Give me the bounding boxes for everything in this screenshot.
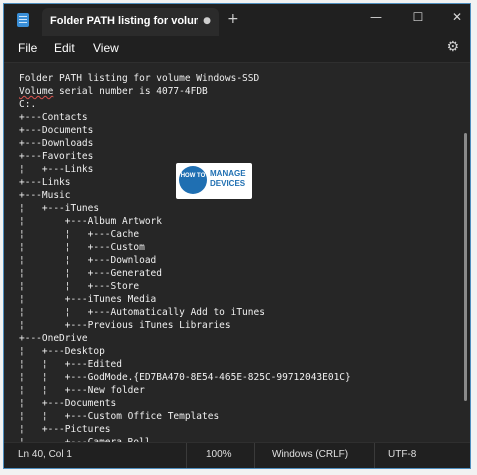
watermark-logo: HOW TO MANAGE DEVICES (176, 163, 252, 199)
status-divider (374, 443, 375, 468)
status-zoom[interactable]: 100% (206, 449, 232, 460)
editor-line: ¦ ¦ +---Custom (19, 242, 145, 253)
editor-line: +---Favorites (19, 151, 94, 162)
status-line-ending: Windows (CRLF) (272, 449, 349, 460)
title-bar: Folder PATH listing for volume W ● + — ☐… (4, 4, 470, 36)
editor-line: ¦ ¦ +---Edited (19, 359, 122, 370)
menu-file[interactable]: File (18, 41, 37, 55)
logo-wordmark: MANAGE DEVICES (210, 169, 250, 189)
editor-line: ¦ +---iTunes Media (19, 294, 157, 305)
editor-line: Volume serial number is 4077-4FDB (19, 86, 208, 97)
settings-gear-icon[interactable]: ⚙ (446, 39, 459, 55)
editor-line: ¦ ¦ +---Automatically Add to iTunes (19, 307, 265, 318)
editor-line: ¦ ¦ +---Custom Office Templates (19, 411, 220, 422)
editor-line: ¦ ¦ +---Download (19, 255, 157, 266)
editor-line: ¦ ¦ +---Generated (19, 268, 162, 279)
status-encoding: UTF-8 (388, 449, 417, 460)
editor-line: +---Downloads (19, 138, 94, 149)
editor-line: C:. (19, 99, 37, 110)
editor-line: Folder PATH listing for volume Windows-S… (19, 73, 260, 84)
editor-line: +---Documents (19, 125, 94, 136)
menu-view[interactable]: View (93, 41, 119, 55)
editor-line: ¦ +---iTunes (19, 203, 100, 214)
tab-close-icon[interactable]: ● (203, 16, 211, 26)
tab-title: Folder PATH listing for volume W (50, 15, 198, 27)
text-editor-area[interactable]: Folder PATH listing for volume Windows-S… (4, 63, 470, 448)
logo-mark: HOW TO (179, 166, 207, 194)
document-tab[interactable]: Folder PATH listing for volume W ● (42, 8, 219, 36)
logo-word-devices: DEVICES (210, 179, 246, 188)
editor-line: ¦ ¦ +---GodMode.{ED7BA470-8E54-465E-825C… (19, 372, 351, 383)
spellcheck-underline: Volume (19, 86, 54, 97)
editor-line: ¦ +---Pictures (19, 424, 111, 435)
vertical-scrollbar[interactable] (464, 133, 467, 401)
editor-line: ¦ +---Documents (19, 398, 117, 409)
status-divider (254, 443, 255, 468)
notepad-window: Folder PATH listing for volume W ● + — ☐… (3, 3, 471, 469)
editor-line: ¦ +---Previous iTunes Libraries (19, 320, 231, 331)
editor-line: ¦ ¦ +---New folder (19, 385, 145, 396)
minimize-icon[interactable]: — (359, 6, 393, 28)
menu-edit[interactable]: Edit (54, 41, 75, 55)
maximize-icon[interactable]: ☐ (401, 6, 435, 28)
editor-line: ¦ ¦ +---Cache (19, 229, 140, 240)
editor-line: ¦ +---Desktop (19, 346, 105, 357)
editor-line: +---OneDrive (19, 333, 88, 344)
status-divider (186, 443, 187, 468)
editor-line: ¦ ¦ +---Store (19, 281, 140, 292)
editor-text[interactable]: Folder PATH listing for volume Windows-S… (19, 72, 351, 449)
new-tab-plus-icon[interactable]: + (227, 11, 239, 27)
menu-bar: File Edit View ⚙ (4, 36, 470, 63)
status-bar: Ln 40, Col 1 100% Windows (CRLF) UTF-8 (4, 442, 470, 468)
editor-line: +---Contacts (19, 112, 88, 123)
status-cursor-position: Ln 40, Col 1 (18, 449, 72, 460)
editor-line: ¦ +---Album Artwork (19, 216, 162, 227)
window-close-icon[interactable]: ✕ (440, 6, 470, 28)
notepad-app-icon (17, 13, 29, 27)
logo-word-manage: MANAGE (210, 169, 246, 178)
